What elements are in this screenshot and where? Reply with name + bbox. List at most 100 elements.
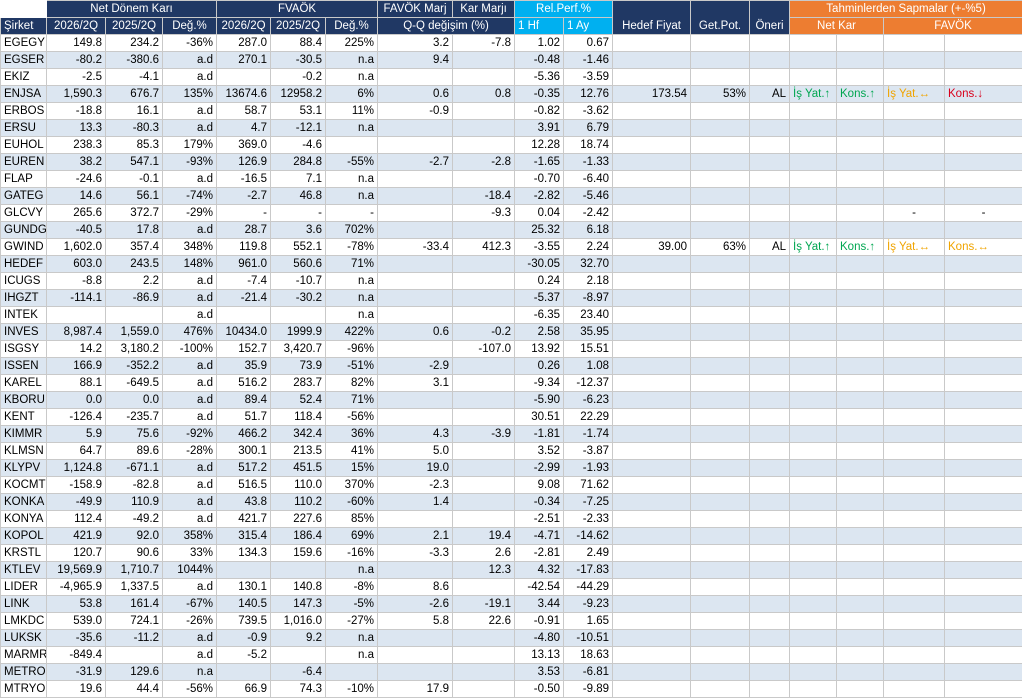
relperf-1w-cell: 1.02 — [515, 35, 564, 52]
net-kar-2026-cell: -24.6 — [47, 171, 106, 188]
upside-potential-cell — [691, 545, 750, 562]
upside-potential-cell — [691, 290, 750, 307]
target-price-cell — [613, 528, 691, 545]
company-cell: LMKDC — [1, 613, 47, 630]
favok-margin-qq-cell — [378, 222, 453, 239]
recommendation-cell — [750, 222, 790, 239]
profit-margin-qq-cell: -3.9 — [453, 426, 515, 443]
header-qq: Q-Q değişim (%) — [378, 18, 515, 35]
upside-potential-cell — [691, 222, 750, 239]
relperf-1m-cell: 1.65 — [564, 613, 613, 630]
deviation-netkar-1-cell — [790, 596, 837, 613]
favok-2025-cell — [271, 647, 326, 664]
target-price-cell — [613, 222, 691, 239]
table-row: LIDER-4,965.91,337.5a.d130.1140.8-8%8.6-… — [1, 579, 1022, 596]
favok-margin-qq-cell: -33.4 — [378, 239, 453, 256]
relperf-1w-cell: -5.37 — [515, 290, 564, 307]
net-kar-change-cell: -92% — [163, 426, 217, 443]
company-cell: EKIZ — [1, 69, 47, 86]
net-kar-2025-cell: -352.2 — [106, 358, 163, 375]
table-row: ICUGS-8.82.2a.d-7.4-10.7n.a0.242.18 — [1, 273, 1022, 290]
net-kar-2026-cell: 421.9 — [47, 528, 106, 545]
deviation-netkar-1-cell — [790, 562, 837, 579]
favok-2025-cell: -4.6 — [271, 137, 326, 154]
net-kar-change-cell: -29% — [163, 205, 217, 222]
header-sapma-favok: FAVÖK — [884, 18, 1022, 35]
deviation-netkar-1-cell: İş Yat.↑ — [790, 86, 837, 103]
net-kar-2025-cell: 357.4 — [106, 239, 163, 256]
relperf-1w-cell: -0.34 — [515, 494, 564, 511]
relperf-1w-cell: -2.51 — [515, 511, 564, 528]
favok-2025-cell: 110.0 — [271, 477, 326, 494]
recommendation-cell — [750, 477, 790, 494]
favok-margin-qq-cell — [378, 664, 453, 681]
table-row: KLMSN64.789.6-28%300.1213.541%5.03.52-3.… — [1, 443, 1022, 460]
net-kar-2025-cell: 1,710.7 — [106, 562, 163, 579]
profit-margin-qq-cell — [453, 443, 515, 460]
net-kar-change-cell: a.d — [163, 69, 217, 86]
company-cell: ERSU — [1, 120, 47, 137]
net-kar-2025-cell: 129.6 — [106, 664, 163, 681]
relperf-1m-cell: 2.49 — [564, 545, 613, 562]
table-row: KIMMR5.975.6-92%466.2342.436%4.3-3.9-1.8… — [1, 426, 1022, 443]
net-kar-2025-cell — [106, 647, 163, 664]
deviation-netkar-1-cell — [790, 494, 837, 511]
deviation-favok-2-cell — [945, 562, 1022, 579]
recommendation-cell — [750, 443, 790, 460]
deviation-favok-1-cell — [884, 171, 945, 188]
table-row: ERBOS-18.816.1a.d58.753.111%-0.9-0.82-3.… — [1, 103, 1022, 120]
deviation-netkar-1-cell — [790, 579, 837, 596]
table-row: GATEG14.656.1-74%-2.746.8n.a-18.4-2.82-5… — [1, 188, 1022, 205]
net-kar-2026-cell: 5.9 — [47, 426, 106, 443]
header-sapma-netkar: Net Kar — [790, 18, 884, 35]
deviation-favok-2-cell — [945, 375, 1022, 392]
net-kar-change-cell: a.d — [163, 630, 217, 647]
net-kar-2025-cell: 110.9 — [106, 494, 163, 511]
deviation-favok-2-cell — [945, 545, 1022, 562]
net-kar-change-cell: a.d — [163, 647, 217, 664]
deviation-netkar-1-cell — [790, 375, 837, 392]
deviation-favok-1-cell — [884, 52, 945, 69]
favok-2025-cell: -30.5 — [271, 52, 326, 69]
deviation-netkar-2-cell — [837, 341, 884, 358]
relperf-1m-cell: -12.37 — [564, 375, 613, 392]
favok-2025-cell: 110.2 — [271, 494, 326, 511]
upside-potential-cell — [691, 35, 750, 52]
deviation-netkar-1-cell — [790, 120, 837, 137]
net-kar-2026-cell: 19,569.9 — [47, 562, 106, 579]
favok-2026-cell: 51.7 — [217, 409, 271, 426]
profit-margin-qq-cell — [453, 647, 515, 664]
relperf-1w-cell: -2.82 — [515, 188, 564, 205]
profit-margin-qq-cell: 12.3 — [453, 562, 515, 579]
target-price-cell — [613, 358, 691, 375]
upside-potential-cell — [691, 324, 750, 341]
favok-margin-qq-cell — [378, 392, 453, 409]
deviation-netkar-1-cell — [790, 392, 837, 409]
deviation-netkar-2-cell — [837, 579, 884, 596]
recommendation-cell: AL — [750, 239, 790, 256]
favok-2026-cell: 516.5 — [217, 477, 271, 494]
favok-change-cell: 36% — [326, 426, 378, 443]
net-kar-2026-cell: -18.8 — [47, 103, 106, 120]
favok-margin-qq-cell — [378, 205, 453, 222]
company-cell: GLCVY — [1, 205, 47, 222]
table-row: ISGSY14.23,180.2-100%152.73,420.7-96%-10… — [1, 341, 1022, 358]
recommendation-cell — [750, 188, 790, 205]
upside-potential-cell — [691, 52, 750, 69]
deviation-netkar-2-cell — [837, 562, 884, 579]
upside-potential-cell — [691, 120, 750, 137]
company-cell: KTLEV — [1, 562, 47, 579]
favok-change-cell: 225% — [326, 35, 378, 52]
header-relperf: Rel.Perf.% — [515, 1, 613, 18]
favok-2026-cell: -21.4 — [217, 290, 271, 307]
profit-margin-qq-cell — [453, 511, 515, 528]
net-kar-2025-cell: 56.1 — [106, 188, 163, 205]
target-price-cell — [613, 137, 691, 154]
relperf-1m-cell: 32.70 — [564, 256, 613, 273]
relperf-1m-cell: -6.81 — [564, 664, 613, 681]
deviation-netkar-2-cell — [837, 188, 884, 205]
deviation-favok-1-cell — [884, 528, 945, 545]
header-1ay: 1 Ay — [564, 18, 613, 35]
net-kar-2026-cell: 0.0 — [47, 392, 106, 409]
relperf-1m-cell: -44.29 — [564, 579, 613, 596]
